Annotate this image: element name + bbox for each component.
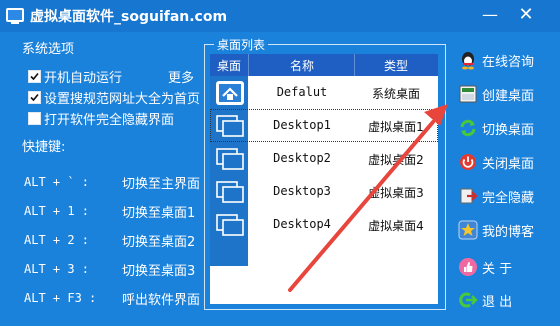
main-window: 虚拟桌面软件_soguifan.com — ✕ 系统选项 开机自动运行 更多 设… (0, 0, 560, 326)
annotation-arrow-icon (288, 104, 448, 292)
